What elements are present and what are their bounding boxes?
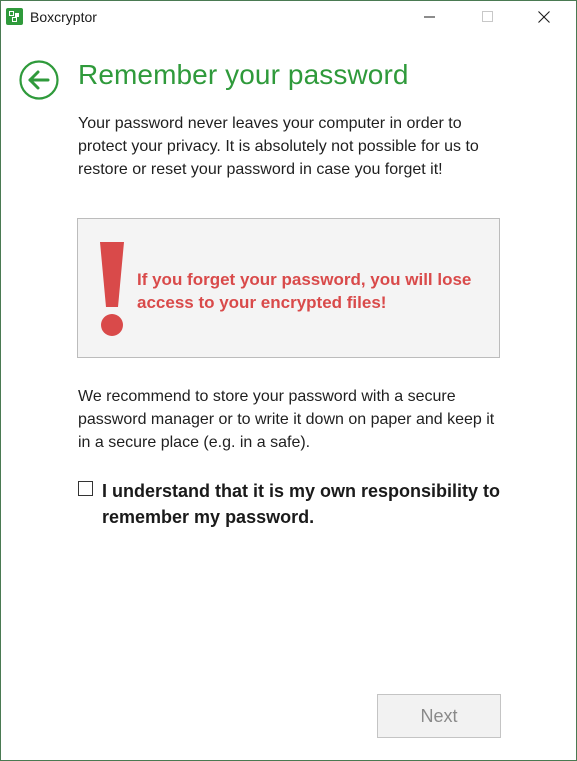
intro-text: Your password never leaves your computer… [78, 115, 479, 178]
recommendation-text: We recommend to store your password with… [78, 388, 495, 451]
maximize-icon [482, 11, 493, 22]
minimize-icon [424, 16, 435, 18]
warning-text: If you forget your password, you will lo… [137, 270, 472, 312]
warning-box: If you forget your password, you will lo… [77, 218, 500, 358]
exclamation-icon [100, 242, 124, 336]
title-bar[interactable]: Boxcryptor [1, 1, 576, 33]
checkbox-label[interactable]: I understand that it is my own responsib… [102, 478, 522, 530]
next-button[interactable]: Next [377, 694, 501, 738]
page-title: Remember your password [78, 59, 409, 90]
maximize-button [465, 1, 511, 33]
responsibility-checkbox[interactable] [78, 481, 93, 496]
boxcryptor-logo-icon [6, 8, 23, 25]
window-title: Boxcryptor [30, 9, 97, 25]
back-button[interactable] [19, 60, 59, 100]
minimize-button[interactable] [407, 1, 453, 33]
close-icon [538, 11, 550, 23]
responsibility-checkbox-row[interactable]: I understand that it is my own responsib… [78, 478, 518, 534]
app-window: Boxcryptor Remember your password Your p… [0, 0, 577, 761]
back-arrow-icon [19, 60, 59, 100]
close-button[interactable] [521, 1, 567, 33]
